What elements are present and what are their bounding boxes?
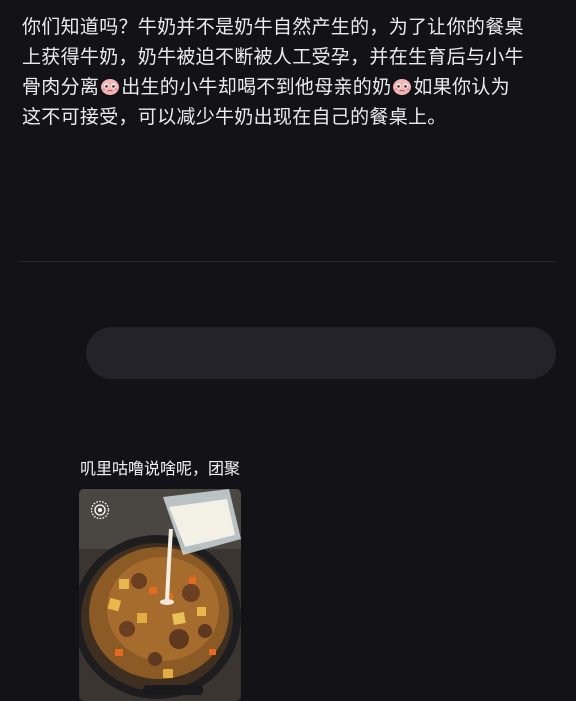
stew-pot-image: [79, 489, 241, 701]
comment-photo[interactable]: [79, 489, 241, 701]
post-line-3-part-a: 骨肉分离: [22, 76, 100, 98]
post-line-3: 骨肉分离 出生的小牛却喝不到他母亲的奶 如果你认为: [22, 72, 562, 102]
post-body: 你们知道吗？牛奶并不是奶牛自然产生的，为了让你的餐桌 上获得牛奶，奶牛被迫不断被…: [22, 12, 562, 132]
post-line-4: 这不可接受，可以减少牛奶出现在自己的餐桌上。: [22, 106, 447, 128]
live-photo-icon[interactable]: [90, 500, 110, 520]
post-line-2: 上获得牛奶，奶牛被迫不断被人工受孕，并在生育后与小牛: [22, 46, 524, 68]
pleading-face-emoji-icon: [392, 75, 412, 95]
post-page: 你们知道吗？牛奶并不是奶牛自然产生的，为了让你的餐桌 上获得牛奶，奶牛被迫不断被…: [0, 0, 576, 701]
section-divider: [18, 261, 556, 262]
comment-input[interactable]: [86, 327, 556, 379]
post-line-1: 你们知道吗？牛奶并不是奶牛自然产生的，为了让你的餐桌: [22, 16, 524, 38]
pleading-face-emoji-icon: [100, 75, 120, 95]
comment-text: 叽里咕噜说啥呢，团聚: [80, 459, 241, 478]
post-line-3-part-b: 出生的小牛却喝不到他母亲的奶: [121, 76, 392, 98]
post-line-3-part-c: 如果你认为: [413, 76, 510, 98]
